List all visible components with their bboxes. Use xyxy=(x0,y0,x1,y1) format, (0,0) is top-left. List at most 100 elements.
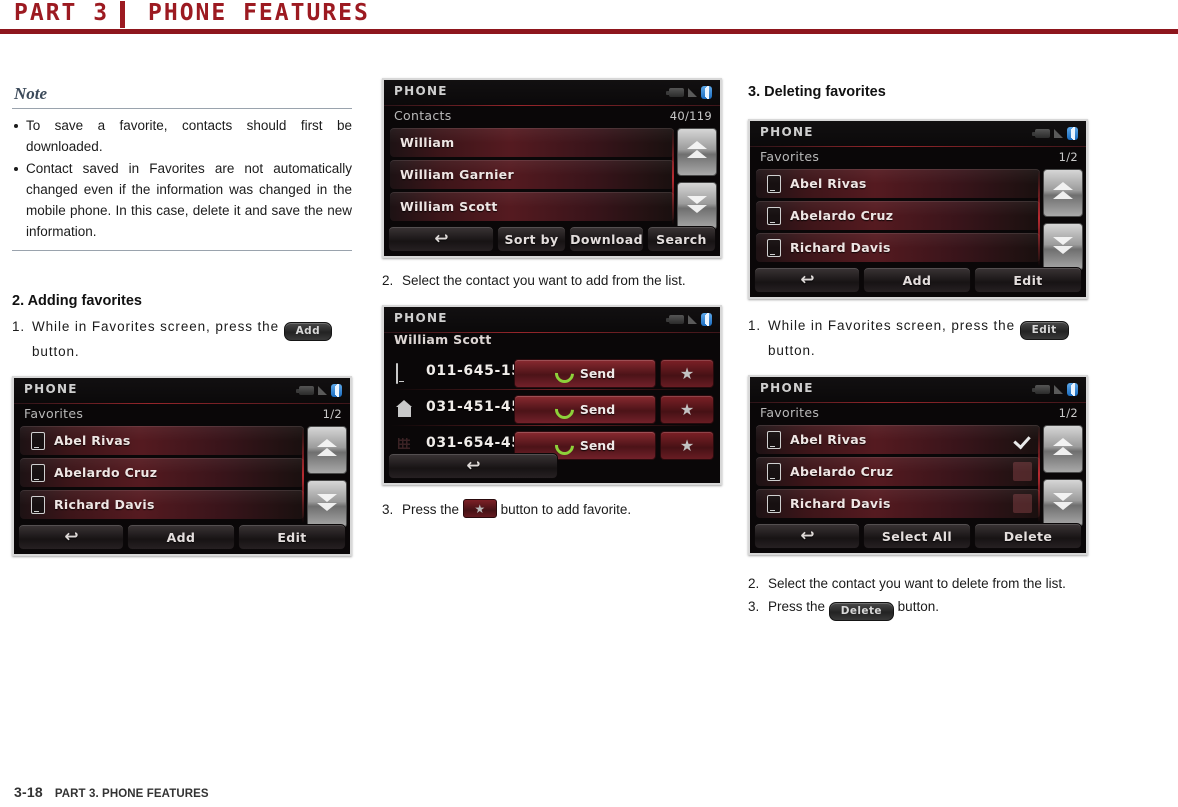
note-heading: Note xyxy=(14,84,48,103)
app-title: PHONE xyxy=(24,382,78,396)
list-item[interactable]: Abelardo Cruz xyxy=(20,458,304,487)
page-number: 3-18 xyxy=(14,784,43,800)
back-arrow-icon: ↪ xyxy=(465,455,481,476)
page-counter: 1/2 xyxy=(1058,150,1078,164)
list-item[interactable]: Abel Rivas xyxy=(20,426,304,455)
page-counter: 1/2 xyxy=(1058,406,1078,420)
chevron-up-icon xyxy=(317,448,337,456)
bluetooth-icon xyxy=(331,384,342,397)
contact-name: Abelardo Cruz xyxy=(54,465,158,480)
edit-button[interactable]: Edit xyxy=(974,267,1082,293)
add-button[interactable]: Add xyxy=(127,524,235,550)
chevron-up-icon xyxy=(687,150,707,158)
delete-button[interactable]: Delete xyxy=(974,523,1082,549)
screen-subtitle: Favorites xyxy=(24,406,84,421)
list-item[interactable]: William Scott xyxy=(390,192,674,221)
scroll-up-button[interactable] xyxy=(307,426,347,474)
step-text: Press the xyxy=(402,502,460,517)
note-bullet: To save a favorite, contacts should firs… xyxy=(12,115,352,157)
list-item[interactable]: William xyxy=(390,128,674,157)
scroll-up-button[interactable] xyxy=(1043,425,1083,473)
list-item[interactable]: Abel Rivas xyxy=(756,425,1040,454)
edit-button[interactable]: Edit xyxy=(238,524,346,550)
mobile-phone-icon xyxy=(767,431,781,449)
step-number: 2. xyxy=(748,576,760,591)
scroll-up-button[interactable] xyxy=(677,128,717,176)
star-icon: ★ xyxy=(679,399,695,419)
mobile-phone-icon xyxy=(767,239,781,257)
favorite-star-button[interactable]: ★ xyxy=(660,359,714,388)
step-number: 1. xyxy=(12,319,26,334)
home-icon xyxy=(396,400,413,418)
list-item[interactable]: Abelardo Cruz xyxy=(756,201,1040,230)
list-item[interactable]: Richard Davis xyxy=(756,489,1040,518)
chevron-down-icon xyxy=(317,494,337,502)
scroll-controls xyxy=(1043,425,1083,533)
row-checkbox[interactable] xyxy=(1013,462,1032,481)
device-screenshot-favorites: PHONE Favorites 1/2 Abel Rivas Abelardo … xyxy=(12,376,352,556)
send-label: Send xyxy=(579,366,616,381)
scroll-down-button[interactable] xyxy=(1043,479,1083,527)
signal-icon xyxy=(1054,385,1063,394)
list-item[interactable]: Richard Davis xyxy=(756,233,1040,262)
list-item[interactable]: Abelardo Cruz xyxy=(756,457,1040,486)
add-button[interactable]: Add xyxy=(863,267,971,293)
step-text: Select the contact you want to delete fr… xyxy=(768,576,1066,591)
signal-icon xyxy=(1054,129,1063,138)
row-checkbox-checked[interactable] xyxy=(1013,430,1032,449)
bluetooth-icon xyxy=(1067,383,1078,396)
favorites-delete-list: Abel Rivas Abelardo Cruz Richard Davis xyxy=(756,425,1040,521)
contact-name: Abelardo Cruz xyxy=(790,208,894,223)
edit-button-inline[interactable]: Edit xyxy=(1019,321,1069,340)
section-heading-deleting-favorites: 3. Deleting favorites xyxy=(748,84,886,100)
sort-by-button[interactable]: Sort by xyxy=(497,226,567,252)
row-checkbox[interactable] xyxy=(1013,494,1032,513)
number-row[interactable]: 031-451-4597 Send ★ xyxy=(384,391,720,426)
scroll-down-button[interactable] xyxy=(307,480,347,528)
select-all-button[interactable]: Select All xyxy=(863,523,971,549)
step-text-tail: button. xyxy=(897,599,939,614)
send-button[interactable]: Send xyxy=(514,395,656,424)
section-heading-adding-favorites: 2. Adding favorites xyxy=(12,293,142,309)
search-button[interactable]: Search xyxy=(646,226,716,252)
favorite-star-button-inline[interactable]: ★ xyxy=(462,499,497,518)
chevron-up-icon xyxy=(687,141,707,149)
part-label: PART 3 xyxy=(14,0,110,26)
chevron-up-icon xyxy=(1053,182,1073,190)
back-button[interactable]: ↪ xyxy=(18,524,124,550)
status-icons xyxy=(1032,127,1078,140)
scroll-controls xyxy=(677,128,717,236)
back-button[interactable]: ↪ xyxy=(388,453,558,479)
mobile-phone-icon xyxy=(31,432,45,450)
list-item[interactable]: William Garnier xyxy=(390,160,674,189)
chevron-down-icon xyxy=(1053,493,1073,501)
send-button[interactable]: Send xyxy=(514,359,656,388)
favorite-star-button[interactable]: ★ xyxy=(660,395,714,424)
signal-icon xyxy=(318,386,327,395)
mobile-phone-icon xyxy=(31,464,45,482)
step-number: 1. xyxy=(748,318,762,333)
status-icons xyxy=(1032,383,1078,396)
list-body: Abel Rivas Abelardo Cruz Richard Davis xyxy=(14,426,350,528)
list-divider xyxy=(302,427,304,523)
page-counter: 1/2 xyxy=(322,407,342,421)
sub-header: Favorites 1/2 xyxy=(750,403,1086,425)
contact-name: Abel Rivas xyxy=(790,432,867,447)
step-number: 3. xyxy=(748,599,760,614)
bluetooth-icon xyxy=(701,86,712,99)
scroll-down-button[interactable] xyxy=(1043,223,1083,271)
back-button[interactable]: ↪ xyxy=(388,226,494,252)
bottom-button-bar: ↪ Add Edit xyxy=(14,524,350,554)
mobile-phone-icon xyxy=(767,463,781,481)
delete-button-inline[interactable]: Delete xyxy=(828,602,894,621)
scroll-down-button[interactable] xyxy=(677,182,717,230)
back-button[interactable]: ↪ xyxy=(754,523,860,549)
back-button[interactable]: ↪ xyxy=(754,267,860,293)
list-item[interactable]: Richard Davis xyxy=(20,490,304,519)
scroll-up-button[interactable] xyxy=(1043,169,1083,217)
step-text: While in Favorites screen, press the xyxy=(32,319,279,334)
add-button-inline[interactable]: Add xyxy=(283,322,332,341)
list-item[interactable]: Abel Rivas xyxy=(756,169,1040,198)
number-row[interactable]: 011-645-1548 Send ★ xyxy=(384,355,720,390)
download-button[interactable]: Download xyxy=(569,226,644,252)
